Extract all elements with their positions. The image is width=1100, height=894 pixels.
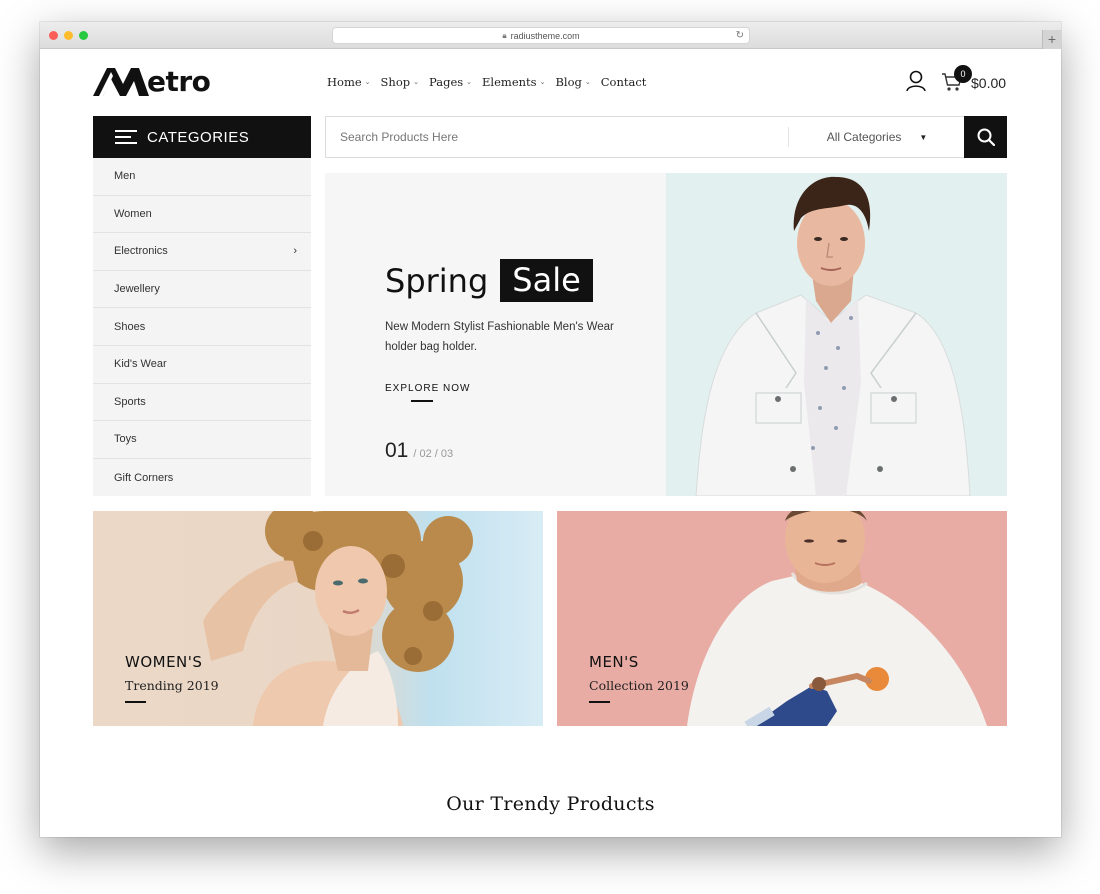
category-item[interactable]: Women [93,196,311,234]
address-url: radiustheme.com [510,30,580,41]
nav-item-label: Shop [380,75,411,89]
womens-banner-subtitle: Trending 2019 [125,678,219,693]
category-item-label: Shoes [114,320,146,333]
hero-title-tag: Sale [500,259,593,302]
slide-pager[interactable]: 01 / 02 / 03 [385,439,453,463]
nav-item-label: Pages [429,75,464,89]
chevron-down-icon: ⌄ [413,78,419,86]
nav-item-label: Home [327,75,362,89]
nav-item-label: Blog [555,75,582,89]
cta-underline [411,400,433,402]
category-select-value: All Categories [826,130,902,144]
minimize-window-button[interactable] [64,31,73,40]
categories-list: Men Women Electronics › Jewellery Shoes Kid's … [93,158,311,497]
hero-slider: Spring Sale New Modern Stylist Fashionab… [325,173,1007,496]
nav-item-label: Contact [600,75,647,89]
site-logo[interactable]: etro [93,65,211,98]
category-item[interactable]: Gift Corners [93,459,311,497]
category-item-label: Women [114,207,152,220]
current-slide-number: 01 [385,439,409,462]
man-model-image [687,511,987,726]
address-bar[interactable]: 🔒︎ radiustheme.com ↻ [332,27,750,44]
mens-banner-title: MEN'S [589,653,639,671]
logo-text: etro [147,65,211,98]
hero-title: Spring Sale [385,259,593,302]
categories-title: CATEGORIES [147,128,250,146]
cart-count-badge: 0 [954,65,972,83]
hamburger-icon [115,130,137,144]
hero-model-image [666,173,1007,496]
mens-banner-underline [589,701,610,703]
cart-total[interactable]: $0.00 [971,75,1006,91]
logo-m-mark-icon [93,68,149,96]
category-item-label: Toys [114,433,137,446]
womens-banner[interactable]: WOMEN'S Trending 2019 [93,511,543,726]
new-tab-button[interactable]: + [1042,30,1061,49]
hero-description: New Modern Stylist Fashionable Men's Wea… [385,321,614,353]
category-item-label: Electronics [114,245,168,258]
search-icon [977,128,995,146]
category-item[interactable]: Toys [93,421,311,459]
categories-toggle[interactable]: CATEGORIES [93,116,311,158]
category-item[interactable]: Jewellery [93,271,311,309]
nav-item-shop[interactable]: Shop ⌄ [381,75,419,89]
zoom-window-button[interactable] [79,31,88,40]
main-nav: Home ⌄ Shop ⌄ Pages ⌄ Elements ⌄ Blog ⌄ Contact [327,75,646,89]
other-slide-numbers[interactable]: / 02 / 03 [413,448,453,460]
category-item-label: Jewellery [114,283,160,296]
nav-item-pages[interactable]: Pages ⌄ [429,75,472,89]
search-button[interactable] [964,116,1007,158]
mens-banner-subtitle: Collection 2019 [589,678,689,693]
explore-now-label: EXPLORE NOW [385,383,471,394]
hero-title-plain: Spring [385,261,489,300]
user-account-icon[interactable] [906,70,926,92]
category-item-label: Sports [114,395,146,408]
explore-now-link[interactable]: EXPLORE NOW [385,383,470,402]
browser-titlebar: 🔒︎ radiustheme.com ↻ + [40,22,1061,49]
category-item-label: Men [114,170,136,183]
woman-model-image [203,511,473,726]
nav-item-elements[interactable]: Elements ⌄ [482,75,545,89]
nav-item-home[interactable]: Home ⌄ [327,75,371,89]
category-item-label: Gift Corners [114,471,174,484]
category-item[interactable]: Shoes [93,308,311,346]
search-input[interactable] [326,117,786,157]
category-item[interactable]: Kid's Wear [93,346,311,384]
lock-icon: 🔒︎ [502,30,507,40]
category-item[interactable]: Men [93,158,311,196]
category-item-label: Kid's Wear [114,358,167,371]
category-select[interactable]: All Categories ▼ [789,130,965,144]
chevron-right-icon: › [293,245,297,258]
mens-banner[interactable]: MEN'S Collection 2019 [557,511,1007,726]
category-item[interactable]: Electronics › [93,233,311,271]
womens-banner-underline [125,701,146,703]
reload-icon[interactable]: ↻ [736,30,744,41]
caret-down-icon: ▼ [919,132,928,142]
chevron-down-icon: ⌄ [466,78,473,86]
chevron-down-icon: ⌄ [539,78,546,86]
womens-banner-title: WOMEN'S [125,653,203,671]
trendy-products-heading: Our Trendy Products [446,793,655,815]
nav-item-blog[interactable]: Blog ⌄ [555,75,590,89]
category-item[interactable]: Sports [93,384,311,422]
chevron-down-icon: ⌄ [364,78,371,86]
product-search-bar: All Categories ▼ [325,116,1007,158]
nav-item-contact[interactable]: Contact [601,75,647,89]
close-window-button[interactable] [49,31,58,40]
browser-window: 🔒︎ radiustheme.com ↻ + etro Home ⌄ Shop ⌄ Pa… [40,22,1061,837]
nav-item-label: Elements [482,75,537,89]
chevron-down-icon: ⌄ [584,78,591,86]
